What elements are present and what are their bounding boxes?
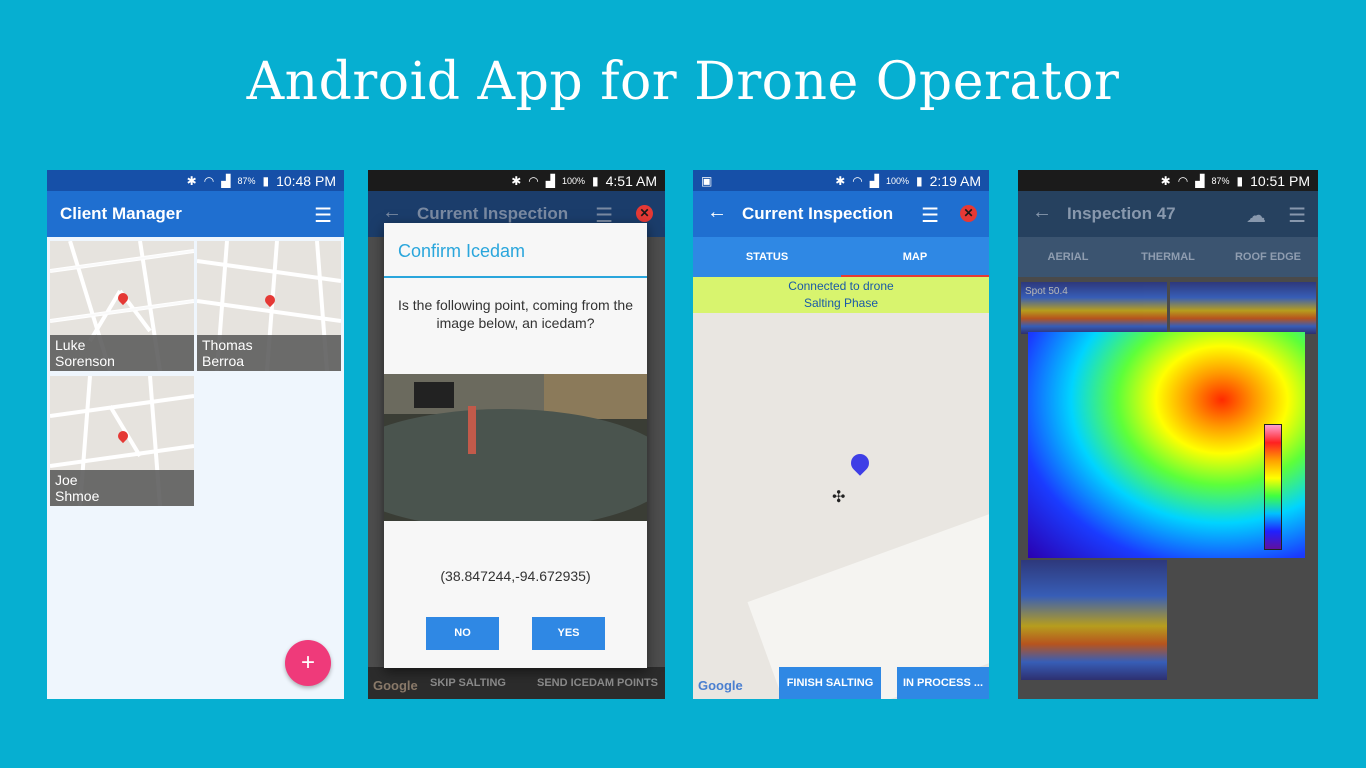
phone-inspection-thermal: ✱ ◠ ▟ 87% ▮ 10:51 PM ← Inspection 47 ☁ ☰… — [1018, 170, 1318, 699]
menu-icon[interactable]: ☰ — [314, 203, 332, 228]
battery-icon: ▮ — [262, 173, 270, 188]
battery-percent: 87% — [237, 175, 256, 186]
thermal-thumbnail[interactable]: Spot 50.4 — [1021, 282, 1167, 334]
close-icon[interactable]: ✕ — [636, 205, 653, 222]
app-bar: ← Current Inspection ☰ ✕ — [693, 191, 989, 237]
battery-icon: ▮ — [1236, 173, 1244, 188]
gallery-icon: ▣ — [701, 173, 713, 188]
app-title: Client Manager — [60, 204, 182, 223]
tab-aerial[interactable]: AERIAL — [1018, 237, 1118, 277]
battery-icon: ▮ — [592, 173, 599, 188]
back-arrow-icon[interactable]: ← — [382, 201, 402, 224]
client-first-name: Luke — [55, 337, 86, 353]
back-arrow-icon[interactable]: ← — [1032, 201, 1052, 224]
in-process-button[interactable]: IN PROCESS ... — [897, 667, 989, 699]
skip-salting-button[interactable]: SKIP SALTING — [428, 667, 508, 699]
google-logo: Google — [698, 678, 743, 693]
menu-icon[interactable]: ☰ — [921, 203, 939, 228]
battery-icon: ▮ — [916, 173, 923, 188]
tab-thermal[interactable]: THERMAL — [1118, 237, 1218, 277]
page-headline: Android App for Drone Operator — [246, 52, 1120, 112]
phone-current-inspection-map: ▣ ✱ ◠ ▟ 100% ▮ 2:19 AM ← Current Inspect… — [693, 170, 989, 699]
dialog-divider — [384, 276, 647, 278]
add-client-button[interactable]: + — [285, 640, 331, 686]
thermal-thumbnail[interactable] — [1021, 560, 1167, 680]
signal-icon: ▟ — [869, 173, 879, 188]
no-button[interactable]: NO — [426, 617, 499, 650]
clock: 10:48 PM — [276, 172, 336, 189]
client-last-name: Sorenson — [55, 353, 115, 369]
status-bar: ✱ ◠ ▟ 87% ▮ 10:48 PM — [47, 170, 344, 191]
icedam-photo — [384, 374, 647, 521]
app-title: Current Inspection — [417, 204, 569, 223]
bluetooth-icon: ✱ — [835, 173, 846, 188]
connection-status: Connected to drone — [788, 279, 894, 293]
clock: 2:19 AM — [929, 172, 981, 189]
app-bar: ← Inspection 47 ☁ ☰ — [1018, 191, 1318, 237]
client-card[interactable]: Joe Shmoe — [50, 376, 194, 506]
close-icon[interactable]: ✕ — [960, 205, 977, 222]
tab-bar: AERIAL THERMAL ROOF EDGE — [1018, 237, 1318, 277]
location-pin-icon — [847, 450, 873, 476]
clock: 10:51 PM — [1250, 172, 1310, 189]
menu-icon[interactable]: ☰ — [1288, 203, 1306, 228]
status-bar: ✱ ◠ ▟ 100% ▮ 4:51 AM — [368, 170, 665, 191]
icedam-coordinates: (38.847244,-94.672935) — [440, 568, 591, 584]
client-card[interactable]: Thomas Berroa — [197, 241, 341, 371]
phone-client-manager: ✱ ◠ ▟ 87% ▮ 10:48 PM Client Manager ☰ Lu… — [47, 170, 344, 699]
bottom-action-bar: Google SKIP SALTING SEND ICEDAM POINTS — [368, 667, 665, 699]
tab-status[interactable]: STATUS — [693, 237, 841, 277]
tab-bar: STATUS MAP — [693, 237, 989, 277]
temperature-scale — [1264, 424, 1282, 550]
status-bar: ▣ ✱ ◠ ▟ 100% ▮ 2:19 AM — [693, 170, 989, 191]
client-last-name: Shmoe — [55, 488, 100, 504]
bottom-action-bar: Google FINISH SALTING IN PROCESS ... — [693, 667, 989, 699]
client-last-name: Berroa — [202, 353, 245, 369]
battery-percent: 100% — [561, 175, 586, 186]
clock: 4:51 AM — [605, 172, 657, 189]
client-first-name: Thomas — [202, 337, 253, 353]
bluetooth-icon: ✱ — [511, 173, 522, 188]
wifi-icon: ◠ — [528, 173, 539, 188]
wifi-icon: ◠ — [852, 173, 863, 188]
dialog-title: Confirm Icedam — [398, 241, 526, 261]
client-card[interactable]: Luke Sorenson — [50, 241, 194, 371]
confirm-dialog: Confirm Icedam Is the following point, c… — [384, 223, 647, 668]
tab-roof-edge[interactable]: ROOF EDGE — [1218, 237, 1318, 277]
app-title: Current Inspection — [742, 204, 894, 223]
battery-percent: 100% — [885, 175, 910, 186]
finish-salting-button[interactable]: FINISH SALTING — [779, 667, 881, 699]
dialog-question: Is the following point, coming from the … — [397, 297, 633, 331]
bluetooth-icon: ✱ — [1160, 173, 1171, 188]
spot-temperature: Spot 50.4 — [1025, 286, 1068, 297]
wifi-icon: ◠ — [1177, 173, 1189, 188]
signal-icon: ▟ — [1195, 173, 1205, 188]
app-title: Inspection 47 — [1067, 204, 1176, 223]
send-icedam-points-button[interactable]: SEND ICEDAM POINTS — [530, 667, 665, 699]
drone-icon: ✣ — [832, 489, 846, 506]
bluetooth-icon: ✱ — [186, 173, 197, 188]
app-bar: Client Manager ☰ — [47, 191, 344, 237]
tab-map[interactable]: MAP — [841, 237, 989, 277]
phone-confirm-icedam: ✱ ◠ ▟ 100% ▮ 4:51 AM ← Current Inspectio… — [368, 170, 665, 699]
thermal-thumbnail[interactable] — [1170, 282, 1316, 334]
thermal-image-enlarged[interactable] — [1028, 332, 1305, 558]
back-arrow-icon[interactable]: ← — [707, 201, 727, 224]
cloud-icon[interactable]: ☁ — [1246, 203, 1266, 228]
yes-button[interactable]: YES — [532, 617, 605, 650]
status-banner: Connected to drone Salting Phase — [693, 277, 989, 313]
client-first-name: Joe — [55, 472, 78, 488]
signal-icon: ▟ — [545, 173, 555, 188]
phase-status: Salting Phase — [803, 296, 879, 310]
wifi-icon: ◠ — [203, 173, 215, 188]
status-bar: ✱ ◠ ▟ 87% ▮ 10:51 PM — [1018, 170, 1318, 191]
battery-percent: 87% — [1211, 175, 1230, 186]
signal-icon: ▟ — [221, 173, 231, 188]
google-logo: Google — [373, 678, 418, 693]
